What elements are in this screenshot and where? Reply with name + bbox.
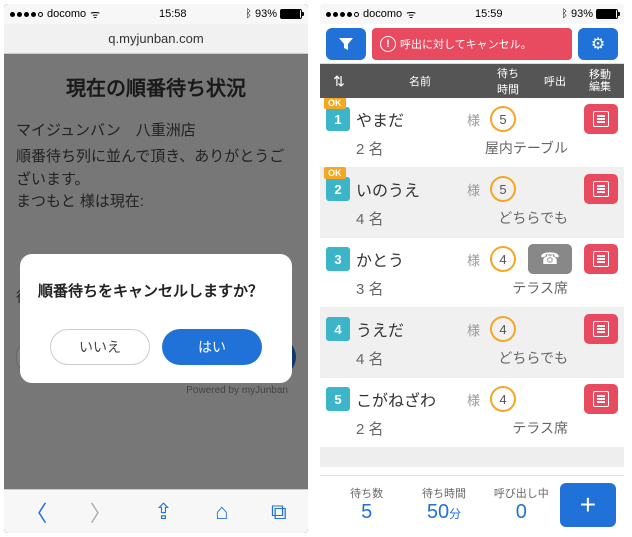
honorific: 様 bbox=[467, 390, 480, 409]
status-bar: docomo ᯤ 15:58 ᛒ 93% bbox=[4, 4, 308, 24]
wait-minutes: 5 bbox=[490, 106, 516, 132]
queue-list[interactable]: 1OK やまだ 様 5 2 名 屋内テーブル 2OK いのうえ 様 5 4 名 … bbox=[320, 98, 624, 467]
wait-time-label: 待ち時間 bbox=[405, 485, 482, 501]
dialog-no-button[interactable]: いいえ bbox=[50, 329, 150, 365]
seat-pref: 屋内テーブル bbox=[485, 138, 568, 159]
tabs-icon[interactable]: ⧉ bbox=[271, 499, 287, 525]
party-size: 2 名 bbox=[356, 138, 426, 159]
add-button[interactable]: + bbox=[560, 483, 616, 527]
queue-row[interactable]: 4 うえだ 様 4 4 名 どちらでも bbox=[320, 308, 624, 378]
queue-number: 5 bbox=[326, 387, 350, 411]
app-header: !呼出に対してキャンセル。 ⚙ bbox=[320, 24, 624, 64]
confirm-dialog: 順番待ちをキャンセルしますか？ いいえ はい bbox=[20, 254, 292, 383]
back-icon[interactable]: 〈 bbox=[25, 496, 47, 528]
battery-pct: 93% bbox=[255, 8, 277, 20]
wait-minutes: 5 bbox=[490, 176, 516, 202]
edit-button[interactable] bbox=[584, 384, 618, 414]
call-button[interactable]: ☎ bbox=[528, 244, 572, 274]
bookmarks-icon[interactable]: ⌂ bbox=[215, 499, 228, 525]
honorific: 様 bbox=[467, 250, 480, 269]
dialog-yes-button[interactable]: はい bbox=[162, 329, 262, 365]
wifi-icon: ᯤ bbox=[90, 7, 100, 22]
wifi-icon: ᯤ bbox=[406, 7, 416, 22]
staff-phone: docomo ᯤ 15:59 ᛒ 93% !呼出に対してキャンセル。 ⚙ ⇅ 名… bbox=[320, 4, 624, 533]
footer-stats: 待ち数5 待ち時間50分 呼び出し中0 + bbox=[320, 475, 624, 533]
status-bar: docomo ᯤ 15:59 ᛒ 93% bbox=[320, 4, 624, 24]
edit-button[interactable] bbox=[584, 104, 618, 134]
col-wait: 待ち 時間 bbox=[486, 65, 530, 97]
honorific: 様 bbox=[467, 180, 480, 199]
customer-phone: docomo ᯤ 15:58 ᛒ 93% q.myjunban.com 現在の順… bbox=[4, 4, 308, 533]
wait-count-label: 待ち数 bbox=[328, 485, 405, 501]
wait-minutes: 4 bbox=[490, 316, 516, 342]
clock: 15:59 bbox=[475, 8, 503, 20]
wait-minutes: 4 bbox=[490, 386, 516, 412]
wait-count: 5 bbox=[328, 501, 405, 524]
settings-button[interactable]: ⚙ bbox=[578, 28, 618, 60]
edit-button[interactable] bbox=[584, 244, 618, 274]
customer-name: うえだ bbox=[356, 317, 461, 341]
battery-icon bbox=[280, 9, 302, 19]
queue-row[interactable]: 2OK いのうえ 様 5 4 名 どちらでも bbox=[320, 168, 624, 238]
sort-icon[interactable]: ⇅ bbox=[324, 73, 354, 90]
customer-name: かとう bbox=[356, 247, 461, 271]
queue-row[interactable]: 5 こがねざわ 様 4 2 名 テラス席 bbox=[320, 378, 624, 448]
queue-number: 4 bbox=[326, 317, 350, 341]
honorific: 様 bbox=[467, 110, 480, 129]
queue-number: 2OK bbox=[326, 177, 350, 201]
wait-time: 50 bbox=[427, 501, 449, 523]
bluetooth-icon: ᛒ bbox=[561, 8, 568, 20]
battery-icon bbox=[596, 9, 618, 19]
bluetooth-icon: ᛒ bbox=[245, 8, 252, 20]
filter-button[interactable] bbox=[326, 28, 366, 60]
col-call: 呼出 bbox=[530, 73, 580, 89]
alert-banner[interactable]: !呼出に対してキャンセル。 bbox=[372, 28, 572, 60]
battery-pct: 93% bbox=[571, 8, 593, 20]
signal-dots bbox=[10, 12, 43, 17]
carrier: docomo bbox=[363, 8, 402, 20]
queue-row[interactable]: 1OK やまだ 様 5 2 名 屋内テーブル bbox=[320, 98, 624, 168]
seat-pref: テラス席 bbox=[512, 418, 568, 439]
calling-label: 呼び出し中 bbox=[483, 485, 560, 501]
edit-button[interactable] bbox=[584, 174, 618, 204]
party-size: 4 名 bbox=[356, 208, 426, 229]
column-header: ⇅ 名前 待ち 時間 呼出 移動 編集 bbox=[320, 64, 624, 98]
signal-dots bbox=[326, 12, 359, 17]
party-size: 4 名 bbox=[356, 348, 426, 369]
queue-number: 1OK bbox=[326, 107, 350, 131]
edit-button[interactable] bbox=[584, 314, 618, 344]
url-bar[interactable]: q.myjunban.com bbox=[4, 24, 308, 54]
seat-pref: どちらでも bbox=[498, 348, 568, 369]
calling-count: 0 bbox=[483, 501, 560, 524]
customer-name: いのうえ bbox=[356, 177, 461, 201]
queue-row[interactable]: 3 かとう 様 4 ☎ 3 名 テラス席 bbox=[320, 238, 624, 308]
wait-minutes: 4 bbox=[490, 246, 516, 272]
customer-name: やまだ bbox=[356, 107, 461, 131]
dialog-message: 順番待ちをキャンセルしますか？ bbox=[38, 280, 274, 301]
party-size: 2 名 bbox=[356, 418, 426, 439]
party-size: 3 名 bbox=[356, 278, 426, 299]
carrier: docomo bbox=[47, 8, 86, 20]
honorific: 様 bbox=[467, 320, 480, 339]
safari-toolbar: 〈 〉 ⇪ ⌂ ⧉ bbox=[4, 489, 308, 533]
col-edit: 移動 編集 bbox=[580, 69, 620, 93]
ok-tag: OK bbox=[324, 98, 346, 109]
forward-icon: 〉 bbox=[90, 496, 112, 528]
alert-icon: ! bbox=[380, 36, 396, 52]
col-name: 名前 bbox=[354, 73, 486, 89]
ok-tag: OK bbox=[324, 167, 346, 179]
queue-number: 3 bbox=[326, 247, 350, 271]
share-icon[interactable]: ⇪ bbox=[154, 499, 172, 525]
seat-pref: どちらでも bbox=[498, 208, 568, 229]
seat-pref: テラス席 bbox=[512, 278, 568, 299]
clock: 15:58 bbox=[159, 8, 187, 20]
customer-name: こがねざわ bbox=[356, 387, 461, 411]
